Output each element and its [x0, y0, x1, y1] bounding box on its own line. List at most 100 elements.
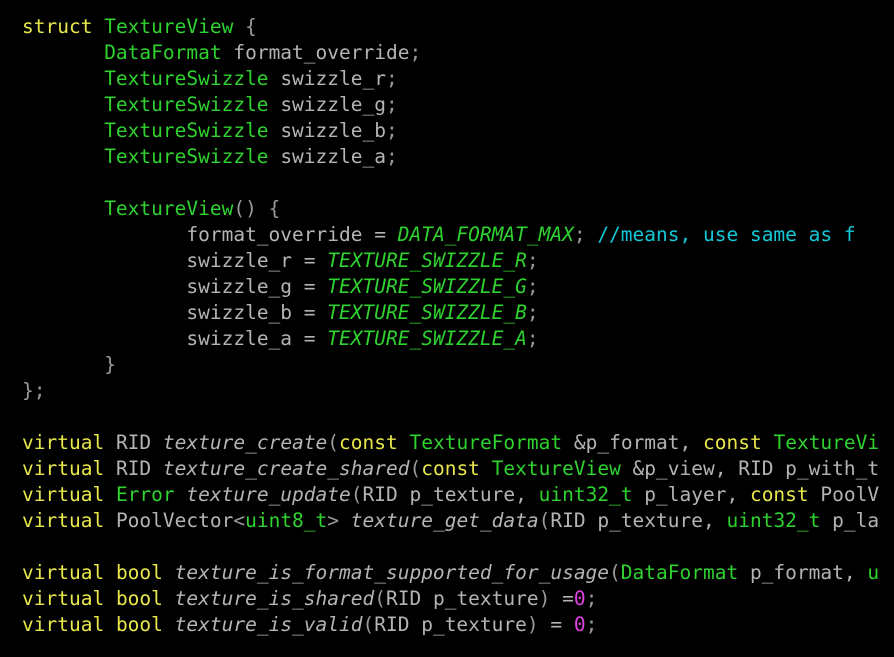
- code-token-keyword: virtual: [22, 431, 105, 454]
- code-token-keyword: virtual: [22, 587, 105, 610]
- code-line[interactable]: };: [0, 378, 894, 404]
- code-token-punct: (: [350, 483, 363, 506]
- code-token-member: swizzle_r: [280, 67, 386, 90]
- code-token-func: texture_is_format_supported_for_usage: [174, 561, 610, 584]
- code-token-keyword: bool: [115, 587, 163, 610]
- code-token-punct: (: [409, 457, 422, 480]
- code-token-const: TEXTURE_SWIZZLE_R: [327, 249, 527, 272]
- code-token-keyword: virtual: [22, 561, 105, 584]
- code-token-type: DataFormat: [620, 561, 739, 584]
- code-token-type: uint8_t: [245, 509, 328, 532]
- code-token-type: u: [867, 561, 880, 584]
- code-token-member: format_override: [233, 41, 410, 64]
- code-line[interactable]: }: [0, 352, 894, 378]
- code-token-keyword: virtual: [22, 457, 105, 480]
- code-token-punct: ;: [385, 119, 398, 142]
- code-line[interactable]: [0, 404, 894, 430]
- code-line[interactable]: virtual bool texture_is_valid(RID p_text…: [0, 612, 894, 638]
- code-line[interactable]: struct TextureView {: [0, 14, 894, 40]
- code-line[interactable]: format_override = DATA_FORMAT_MAX; //mea…: [0, 222, 894, 248]
- code-token-number: 0: [573, 613, 586, 636]
- code-token-keyword: const: [339, 431, 398, 454]
- code-line[interactable]: swizzle_a = TEXTURE_SWIZZLE_A;: [0, 326, 894, 352]
- code-token-punct: ): [538, 587, 551, 610]
- code-line[interactable]: TextureSwizzle swizzle_a;: [0, 144, 894, 170]
- code-token-keyword: virtual: [22, 613, 105, 636]
- code-token-punct: (: [327, 431, 340, 454]
- code-line[interactable]: swizzle_r = TEXTURE_SWIZZLE_R;: [0, 248, 894, 274]
- code-line[interactable]: TextureView() {: [0, 196, 894, 222]
- code-token-type: TextureFormat: [409, 431, 563, 454]
- code-token-ident: p_la: [820, 509, 880, 532]
- code-token-ident: PoolV: [820, 483, 880, 506]
- code-line-list: struct TextureView { DataFormat format_o…: [0, 14, 894, 638]
- code-token-member: swizzle_b: [280, 119, 386, 142]
- code-line[interactable]: DataFormat format_override;: [0, 40, 894, 66]
- code-line[interactable]: TextureSwizzle swizzle_b;: [0, 118, 894, 144]
- code-token-punct: ;: [409, 41, 422, 64]
- code-line[interactable]: virtual Error texture_update(RID p_textu…: [0, 482, 894, 508]
- code-token-ident: p_format,: [738, 561, 868, 584]
- code-token-member: swizzle_a: [280, 145, 386, 168]
- code-token-keyword: const: [703, 431, 762, 454]
- code-token-type: TextureView: [104, 15, 234, 38]
- code-token-ident: swizzle_g: [186, 275, 293, 298]
- code-line[interactable]: swizzle_g = TEXTURE_SWIZZLE_G;: [0, 274, 894, 300]
- code-line[interactable]: virtual RID texture_create_shared(const …: [0, 456, 894, 482]
- code-token-ident: &p_format,: [562, 431, 704, 454]
- code-token-punct: <: [233, 509, 246, 532]
- code-token-ident: format_override: [186, 223, 363, 246]
- code-token-ident: RID p_texture: [386, 587, 539, 610]
- code-line[interactable]: TextureSwizzle swizzle_r;: [0, 66, 894, 92]
- code-token-keyword: virtual: [22, 509, 105, 532]
- code-token-punct: ;: [526, 301, 539, 324]
- code-line[interactable]: [0, 170, 894, 196]
- code-line[interactable]: virtual bool texture_is_shared(RID p_tex…: [0, 586, 894, 612]
- code-token-op: =: [292, 301, 328, 324]
- code-line[interactable]: swizzle_b = TEXTURE_SWIZZLE_B;: [0, 300, 894, 326]
- code-line[interactable]: virtual RID texture_create(const Texture…: [0, 430, 894, 456]
- code-token-ident: RID p_texture,: [550, 509, 727, 532]
- code-token-op: =: [362, 223, 398, 246]
- code-token-ident: &p_view, RID p_with_t: [620, 457, 880, 480]
- code-token-punct: (): [233, 197, 257, 220]
- code-token-type: TextureVi: [773, 431, 880, 454]
- code-token-const: TEXTURE_SWIZZLE_G: [327, 275, 527, 298]
- code-token-func: texture_get_data: [350, 509, 539, 532]
- code-line[interactable]: virtual PoolVector<uint8_t> texture_get_…: [0, 508, 894, 534]
- code-line[interactable]: TextureSwizzle swizzle_g;: [0, 92, 894, 118]
- code-token-punct: ;: [385, 67, 398, 90]
- code-line[interactable]: virtual bool texture_is_format_supported…: [0, 560, 894, 586]
- code-token-punct: ;: [573, 223, 586, 246]
- code-token-comment: //means, use same as f: [597, 223, 856, 246]
- code-token-punct: ;: [526, 275, 539, 298]
- code-token-keyword: struct: [22, 15, 93, 38]
- code-token-punct: ;: [385, 93, 398, 116]
- code-token-type: TextureSwizzle: [104, 119, 269, 142]
- code-token-const: TEXTURE_SWIZZLE_B: [327, 301, 527, 324]
- code-token-punct: (: [538, 509, 551, 532]
- code-viewport[interactable]: struct TextureView { DataFormat format_o…: [0, 0, 894, 657]
- code-token-keyword: bool: [115, 613, 163, 636]
- code-token-number: 0: [573, 587, 586, 610]
- code-line[interactable]: [0, 534, 894, 560]
- code-token-punct: ;: [385, 145, 398, 168]
